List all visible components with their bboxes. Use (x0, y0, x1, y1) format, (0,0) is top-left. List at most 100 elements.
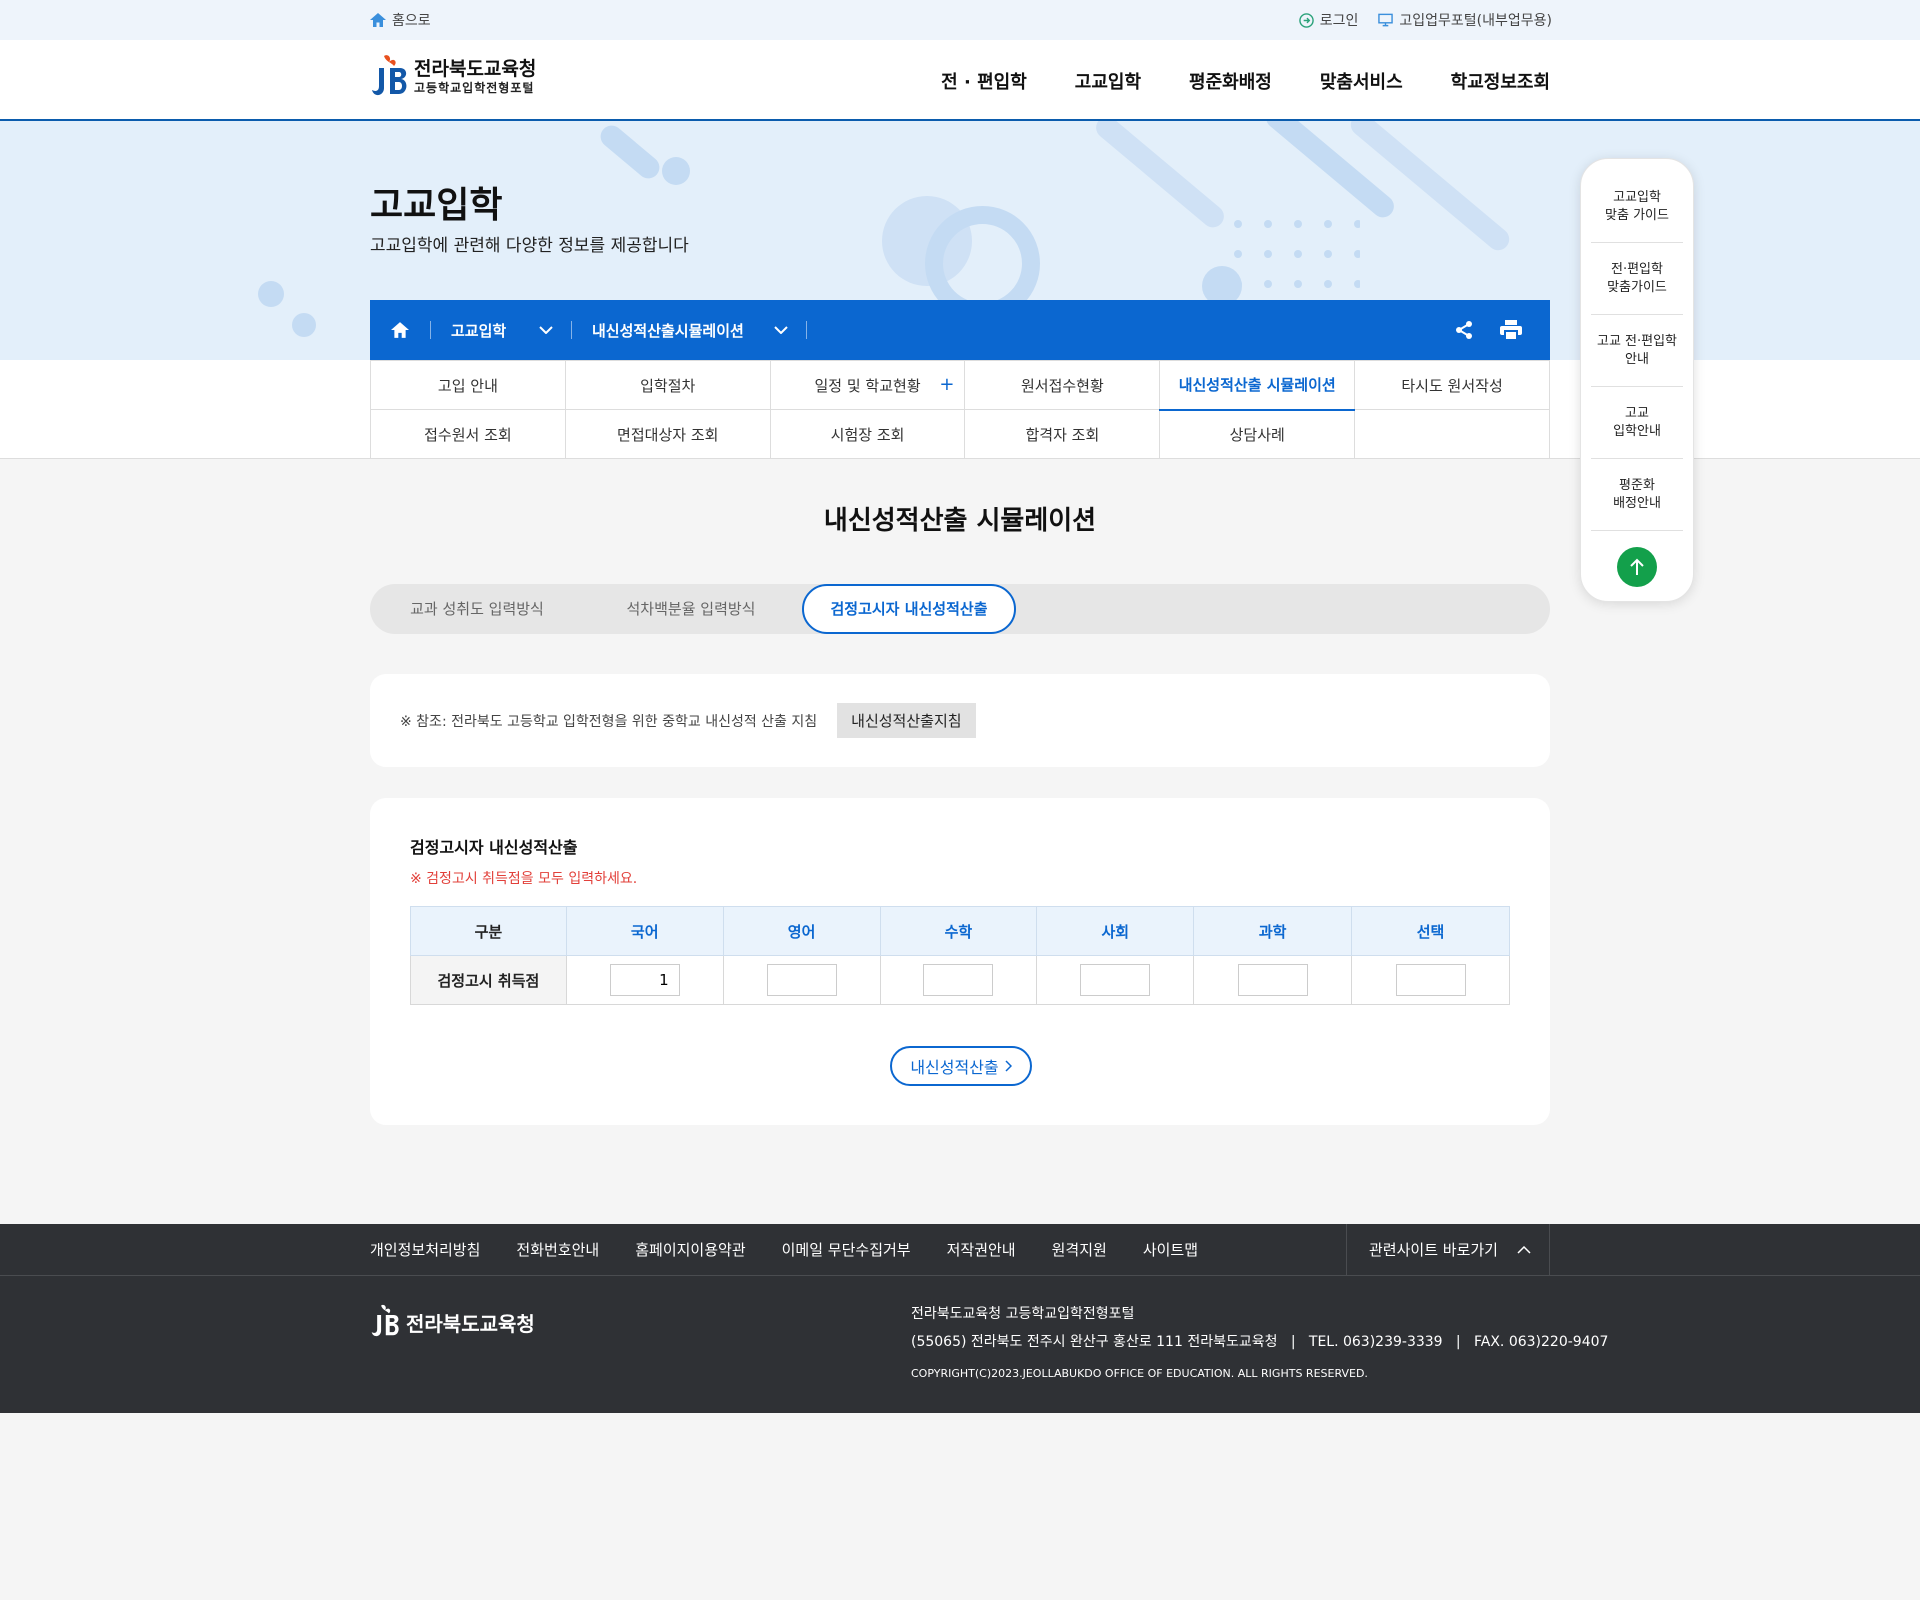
column-header: 과학 (1193, 906, 1353, 956)
quick-menu-label: 맞춤 가이드 (1605, 207, 1669, 223)
reference-text: ※ 참조: 전라북도 고등학교 입학전형을 위한 중학교 내신성적 산출 지침 (400, 713, 818, 730)
method-tabs: 교과 성취도 입력방식 석차백분율 입력방식 검정고시자 내신성적산출 (370, 584, 1550, 634)
footer-link-privacy[interactable]: 개인정보처리방침 (370, 1239, 480, 1260)
calculate-button[interactable]: 내신성적산출 (890, 1046, 1032, 1086)
tab-rank-percentile-input[interactable]: 석차백분율 입력방식 (584, 584, 798, 634)
table-row: 검정고시 취득점 (410, 955, 1510, 1005)
subnav-item-application-lookup[interactable]: 접수원서 조회 (370, 409, 566, 459)
quick-menu-admission-info[interactable]: 고교 입학안내 (1591, 387, 1683, 459)
site-logo[interactable]: 전라북도교육청 고등학교입학전형포털 (370, 54, 536, 100)
table-cell (1351, 955, 1510, 1005)
divider (806, 321, 807, 339)
row-label: 검정고시 취득점 (410, 955, 567, 1005)
nav-item-school-info[interactable]: 학교정보조회 (1451, 68, 1550, 94)
logo-emblem-icon (371, 1304, 399, 1337)
arrow-up-icon (1630, 558, 1644, 575)
tab-achievement-input[interactable]: 교과 성취도 입력방식 (370, 584, 584, 634)
quick-menu-transfer-guide[interactable]: 전·편입학 맞춤가이드 (1591, 243, 1683, 315)
subnav-item-schedule-label: 일정 및 학교현황 (814, 376, 921, 395)
nav-item-assignment[interactable]: 평준화배정 (1189, 68, 1272, 94)
chevron-right-icon (1005, 1060, 1012, 1072)
column-header: 수학 (879, 906, 1038, 956)
location-bar: 고교입학 내신성적산출시뮬레이션 (370, 300, 1550, 360)
footer-logo-text: 전라북도교육청 (406, 1311, 535, 1336)
chevron-down-icon (539, 326, 553, 334)
site-header: 전라북도교육청 고등학교입학전형포털 전 · 편입학 고교입학 평준화배정 맞춤… (0, 40, 1920, 121)
table-header-row: 구분 국어 영어 수학 사회 과학 선택 (410, 906, 1510, 956)
english-score-input[interactable] (766, 964, 837, 996)
quick-menu-transfer-info[interactable]: 고교 전·편입학 안내 (1591, 315, 1683, 387)
science-score-input[interactable] (1237, 964, 1308, 996)
page-title: 내신성적산출 시뮬레이션 (823, 506, 1097, 536)
site-footer: 개인정보처리방침 전화번호안내 홈페이지이용약관 이메일 무단수집거부 저작권안… (0, 1224, 1920, 1413)
share-icon[interactable] (1454, 320, 1474, 340)
footer-link-copyright[interactable]: 저작권안내 (947, 1239, 1016, 1260)
subnav-item-guide[interactable]: 고입 안내 (370, 360, 566, 410)
column-header: 영어 (722, 906, 881, 956)
elective-score-input[interactable] (1395, 964, 1466, 996)
print-icon[interactable] (1500, 320, 1522, 340)
subnav-item-counseling-cases[interactable]: 상담사례 (1159, 409, 1356, 459)
quick-menu-label: 입학안내 (1613, 423, 1661, 439)
subnav-item-exam-site-lookup[interactable]: 시험장 조회 (769, 409, 966, 459)
footer-link-terms[interactable]: 홈페이지이용약관 (635, 1239, 745, 1260)
plus-icon: + (939, 374, 955, 395)
subnav-item-other-region[interactable]: 타시도 원서작성 (1354, 360, 1550, 410)
quick-menu-label: 맞춤가이드 (1607, 279, 1667, 295)
portal-label: 고입업무포털(내부업무용) (1399, 13, 1552, 29)
footer-link-remote-support[interactable]: 원격지원 (1052, 1239, 1107, 1260)
table-cell (879, 955, 1038, 1005)
subnav-item-simulation[interactable]: 내신성적산출 시뮬레이션 (1159, 360, 1356, 411)
footer-org: 전라북도교육청 고등학교입학전형포털 (911, 1306, 1135, 1322)
chevron-up-icon (1517, 1245, 1531, 1254)
quick-menu-label: 고교입학 (1613, 189, 1661, 205)
banner-decoration (258, 281, 284, 307)
login-label: 로그인 (1319, 13, 1359, 29)
location-home-button[interactable] (370, 300, 430, 360)
login-icon (1298, 12, 1314, 28)
home-icon (391, 322, 409, 338)
korean-score-input[interactable] (609, 964, 680, 996)
quick-menu-label: 고교 전·편입학 (1596, 333, 1678, 349)
footer-link-phone[interactable]: 전화번호안내 (516, 1239, 599, 1260)
subnav-item-schedule[interactable]: 일정 및 학교현황 + (769, 360, 966, 410)
banner-dot-pattern (1234, 220, 1360, 288)
logo-emblem-icon (372, 55, 407, 96)
column-header: 구분 (410, 906, 567, 956)
reference-card: ※ 참조: 전라북도 고등학교 입학전형을 위한 중학교 내신성적 산출 지침 … (370, 674, 1550, 767)
quick-menu-admission-guide[interactable]: 고교입학맞춤 가이드 (1591, 159, 1683, 243)
home-link[interactable]: 홈으로 (370, 10, 431, 30)
banner-decoration (1091, 121, 1229, 232)
location-depth2-dropdown[interactable]: 내신성적산출시뮬레이션 (572, 300, 806, 360)
footer-logo: 전라북도교육청 (370, 1304, 535, 1340)
logo-title: 전라북도교육청 (414, 58, 537, 80)
home-icon (370, 13, 386, 27)
table-cell (1193, 955, 1353, 1005)
footer-copyright: COPYRIGHT(C)2023.JEOLLABUKDO OFFICE OF E… (911, 1367, 1368, 1380)
footer-link-email-policy[interactable]: 이메일 무단수집거부 (782, 1239, 911, 1260)
nav-item-custom-service[interactable]: 맞춤서비스 (1320, 68, 1403, 94)
nav-item-transfer[interactable]: 전 · 편입학 (941, 68, 1027, 94)
calc-heading: 검정고시자 내신성적산출 (410, 838, 578, 857)
math-score-input[interactable] (923, 964, 994, 996)
banner-decoration (292, 313, 316, 337)
scroll-top-button[interactable] (1617, 547, 1657, 587)
portal-link[interactable]: 고입업무포털(내부업무용) (1378, 10, 1552, 30)
footer-address: (55065) 전라북도 전주시 완산구 홍산로 111 전라북도교육청 | T… (911, 1334, 1609, 1350)
subnav-item-interview-lookup[interactable]: 면접대상자 조회 (564, 409, 771, 459)
social-score-input[interactable] (1080, 964, 1151, 996)
subnav-item-application-status[interactable]: 원서접수현황 (964, 360, 1161, 410)
monitor-icon (1378, 13, 1394, 27)
guideline-button[interactable]: 내신성적산출지침 (837, 703, 976, 738)
banner-decoration (662, 157, 690, 185)
tab-ged-calculation[interactable]: 검정고시자 내신성적산출 (802, 584, 1016, 634)
location-depth1-dropdown[interactable]: 고교입학 (431, 300, 571, 360)
subnav-item-procedure[interactable]: 입학절차 (564, 360, 771, 410)
footer-link-sitemap[interactable]: 사이트맵 (1143, 1239, 1198, 1260)
divider (0, 1275, 1920, 1276)
nav-item-admission[interactable]: 고교입학 (1075, 68, 1141, 94)
subnav-item-result-lookup[interactable]: 합격자 조회 (964, 409, 1161, 459)
column-header: 사회 (1036, 906, 1195, 956)
login-link[interactable]: 로그인 (1298, 10, 1359, 30)
related-sites-dropdown[interactable]: 관련사이트 바로가기 (1346, 1224, 1550, 1275)
